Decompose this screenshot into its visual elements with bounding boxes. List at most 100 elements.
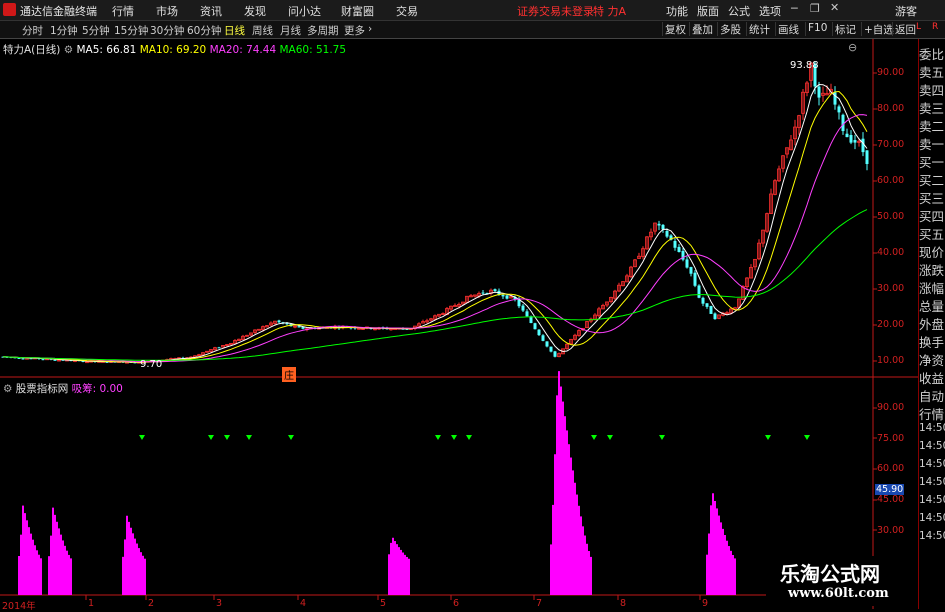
indicator-bar — [726, 540, 728, 595]
side-panel-item: 涨跌 — [919, 263, 945, 278]
toolbar-multistock[interactable]: 多股 — [717, 22, 743, 36]
side-panel-item[interactable]: 行情 — [919, 404, 945, 423]
stock-name-title: 特 力A — [593, 5, 627, 18]
kline-chart-area[interactable] — [0, 39, 918, 609]
panel-r-label[interactable]: R — [932, 22, 938, 32]
candle-body — [217, 347, 221, 349]
y-axis-label: 10.00 — [877, 355, 905, 366]
indicator-bar — [58, 528, 60, 595]
indicator-bar — [552, 504, 554, 595]
menu-item-function[interactable]: 功能 — [666, 3, 688, 19]
badge-label[interactable]: 庄 — [282, 367, 296, 382]
indicator-bar — [734, 558, 736, 595]
high-price-label: 93.88 — [790, 60, 819, 71]
indicator-bar — [40, 558, 42, 595]
indicator-bar — [728, 546, 730, 595]
menu-item-ask[interactable]: 问小达 — [288, 3, 321, 19]
panel-l-label[interactable]: L — [916, 22, 921, 32]
restore-icon[interactable]: ❐ — [810, 2, 820, 15]
menu-item-options[interactable]: 选项 — [759, 3, 781, 19]
chevron-right-icon[interactable]: › — [368, 23, 372, 35]
period-1min[interactable]: 1分钟 — [50, 23, 78, 38]
indicator-bar — [48, 556, 50, 595]
indicator-bar — [582, 526, 584, 595]
period-daily[interactable]: 日线 — [224, 23, 245, 38]
close-icon[interactable]: ✕ — [830, 1, 839, 14]
indicator-title[interactable]: 股票指标网 — [16, 383, 69, 395]
candle-body — [713, 313, 717, 320]
candle-body — [705, 303, 709, 307]
indicator-bar — [22, 505, 24, 595]
signal-marker — [591, 435, 597, 440]
x-axis-label: 3 — [216, 598, 223, 609]
period-more[interactable]: 更多 — [344, 23, 365, 38]
candle-body — [709, 306, 713, 314]
x-axis-label: 7 — [536, 598, 543, 609]
toolbar-overlay[interactable]: 叠加 — [689, 22, 715, 36]
toolbar-f10[interactable]: F10 — [805, 22, 829, 36]
side-panel-item: 14:50 — [919, 476, 945, 488]
side-panel-item: 换手 — [919, 335, 945, 350]
period-60min[interactable]: 60分钟 — [187, 23, 221, 38]
login-warning[interactable]: 证券交易未登录 — [517, 3, 594, 19]
side-panel-item: 卖三 — [919, 101, 945, 116]
toolbar-back[interactable]: 返回 — [892, 22, 918, 36]
indicator-bar — [558, 371, 560, 595]
candle-body — [697, 285, 701, 298]
menu-item-market[interactable]: 行情 — [112, 3, 134, 19]
candle-body — [661, 224, 665, 230]
indicator-bar — [128, 521, 130, 595]
menu-item-discover[interactable]: 发现 — [244, 3, 266, 19]
candle-body — [41, 359, 45, 361]
indicator-bar — [60, 534, 62, 595]
watermark: 乐淘公式网 www.60lt.com — [766, 556, 918, 606]
toolbar-add-watchlist[interactable]: +自选 — [861, 22, 896, 36]
indicator-settings-icon[interactable]: ⚙ — [3, 383, 12, 395]
side-panel-item: 买二 — [919, 173, 945, 188]
chart-title[interactable]: 特力A(日线) — [3, 44, 60, 56]
chart-collapse-icon[interactable]: ⊖ — [848, 41, 857, 54]
menu-item-trade[interactable]: 交易 — [396, 3, 418, 19]
y-axis-label: 80.00 — [877, 103, 905, 114]
menu-item-layout[interactable]: 版面 — [697, 3, 719, 19]
signal-marker — [466, 435, 472, 440]
minimize-icon[interactable]: ─ — [791, 2, 798, 15]
menu-item-news[interactable]: 资讯 — [200, 3, 222, 19]
side-panel-item: 14:50 — [919, 494, 945, 506]
period-multi[interactable]: 多周期 — [307, 23, 339, 38]
toolbar-mark[interactable]: 标记 — [832, 22, 858, 36]
candle-body — [297, 326, 301, 328]
y-axis-label: 70.00 — [877, 139, 905, 150]
watermark-url: www.60lt.com — [788, 586, 889, 601]
x-axis-label: 1 — [88, 598, 95, 609]
side-panel-item[interactable]: 自动 — [919, 386, 945, 405]
low-price-label: 9.70 — [140, 359, 163, 370]
indicator-bar — [396, 544, 398, 595]
indicator-bar — [30, 533, 32, 595]
period-monthly[interactable]: 月线 — [280, 23, 301, 38]
period-30min[interactable]: 30分钟 — [150, 23, 184, 38]
ma10-legend: MA10: 69.20 — [139, 44, 207, 56]
menu-item-formula[interactable]: 公式 — [728, 3, 750, 19]
period-tick[interactable]: 分时 — [22, 23, 43, 38]
sub-y-axis-label: 75.00 — [877, 433, 905, 444]
signal-marker — [765, 435, 771, 440]
ma-lines-group — [2, 83, 868, 363]
side-panel-item: 14:50 — [919, 512, 945, 524]
side-panel-item: 收益 — [919, 371, 945, 386]
candle-body — [549, 346, 553, 352]
period-15min[interactable]: 15分钟 — [114, 23, 148, 38]
period-5min[interactable]: 5分钟 — [82, 23, 110, 38]
settings-gear-icon[interactable]: ⚙ — [64, 44, 73, 56]
menu-item-wealth[interactable]: 财富圈 — [341, 3, 374, 19]
toolbar-draw[interactable]: 画线 — [775, 22, 801, 36]
toolbar-stats[interactable]: 统计 — [746, 22, 772, 36]
indicator-bar — [394, 541, 396, 595]
indicator-bar — [706, 554, 708, 595]
indicator-bar — [710, 505, 712, 595]
indicator-bar — [68, 554, 70, 595]
user-label[interactable]: 游客 — [895, 3, 917, 19]
toolbar-adjust[interactable]: 复权 — [662, 22, 688, 36]
period-weekly[interactable]: 周线 — [252, 23, 273, 38]
menu-item-market-list[interactable]: 市场 — [156, 3, 178, 19]
